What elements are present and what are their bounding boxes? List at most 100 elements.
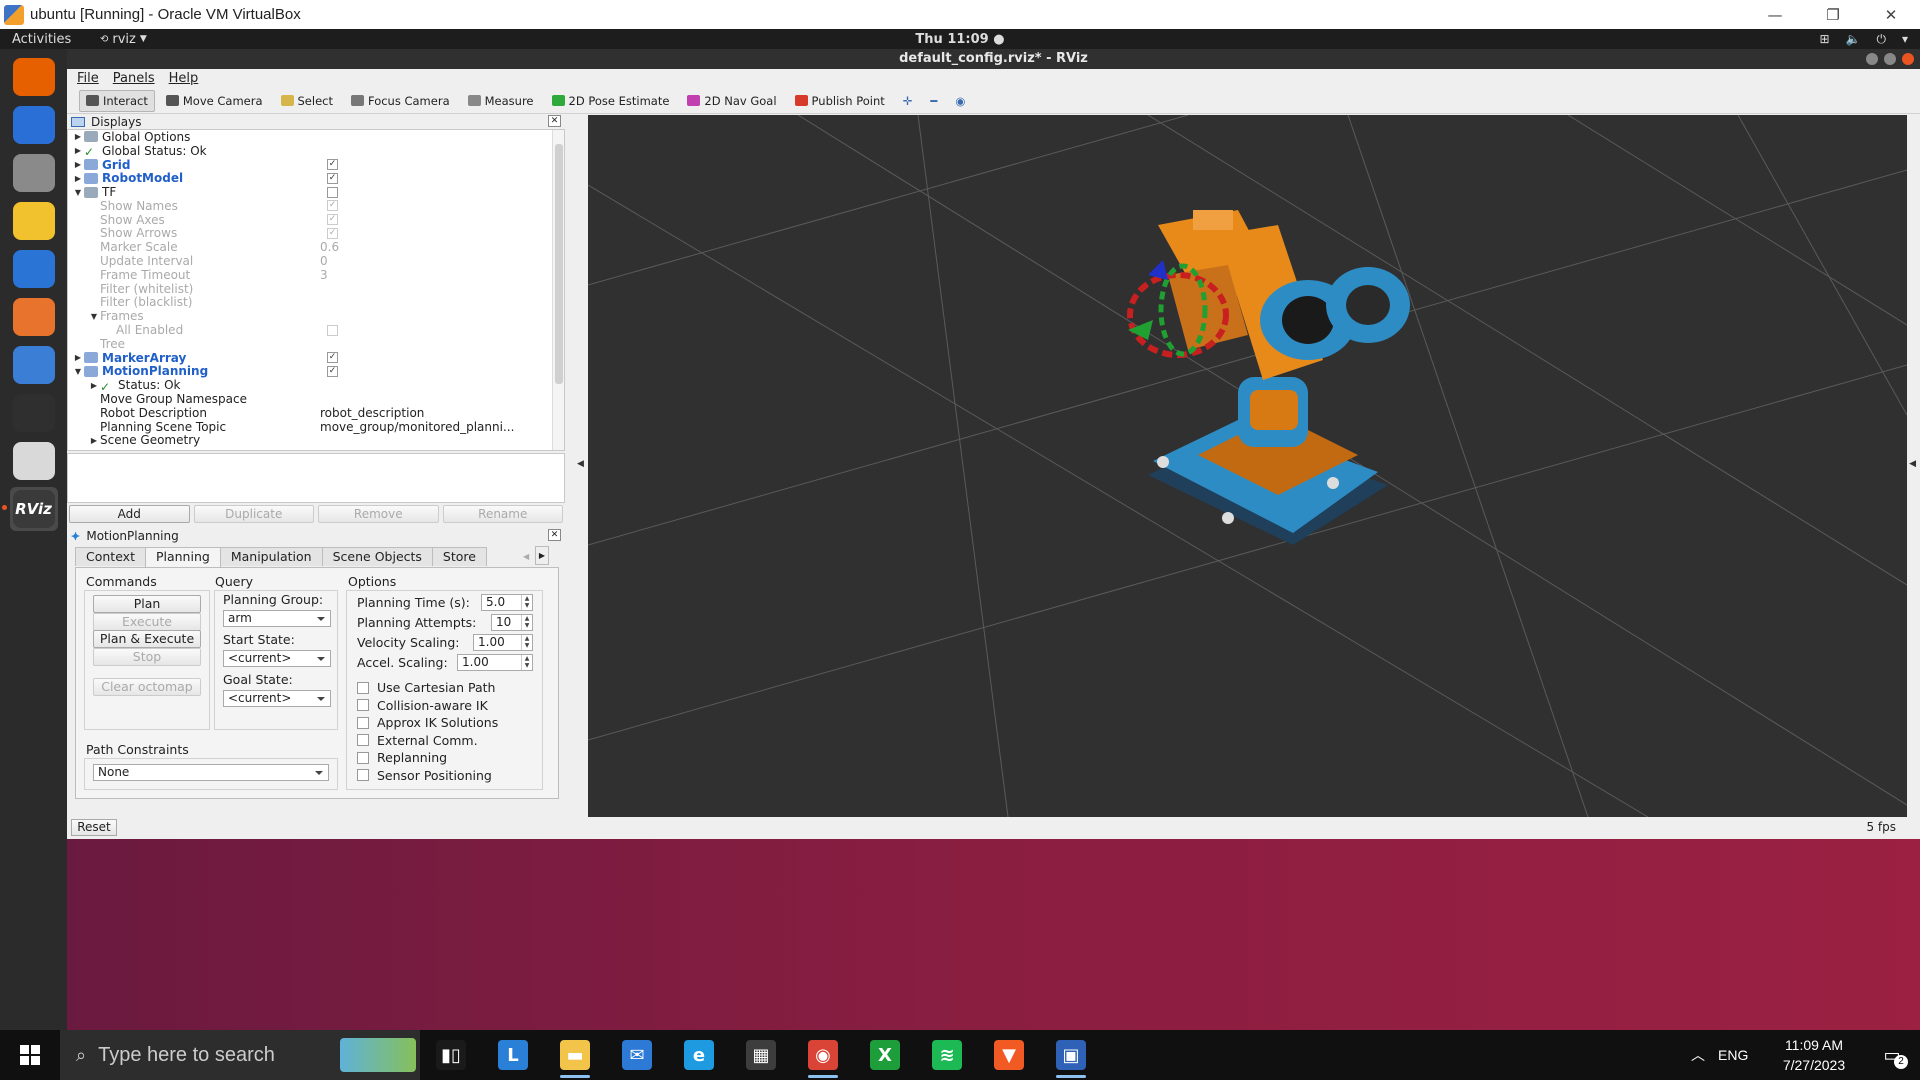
checkbox[interactable] [357,769,369,781]
taskbar-search[interactable]: ⌕ Type here to search [60,1030,420,1080]
planning-attempts-input[interactable]: 10 ▲ ▼ [491,614,533,631]
display-checkbox[interactable]: ✓ [327,172,338,184]
display-checkbox[interactable] [327,186,338,198]
tool-move-camera[interactable]: Move Camera [159,90,270,112]
dock-libreoffice-writer[interactable] [10,247,58,291]
tool-publish-point[interactable]: Publish Point [788,90,892,112]
display-checkbox[interactable]: ✓ [327,200,338,212]
taskbar-edge[interactable]: e [668,1030,730,1080]
spinner-arrows-icon[interactable]: ▲ ▼ [521,615,532,630]
tab-context[interactable]: Context [75,547,146,566]
taskbar-mail[interactable]: ✉ [606,1030,668,1080]
dock-firefox[interactable] [10,55,58,99]
display-property-value[interactable]: move_group/monitored_planni... [320,420,514,434]
expand-arrow-icon[interactable]: ▶ [72,132,84,141]
activities-button[interactable]: Activities [0,32,100,47]
tab-store[interactable]: Store [431,547,487,566]
display-checkbox[interactable] [327,324,338,336]
dock-rhythmbox[interactable] [10,199,58,243]
expand-arrow-icon[interactable]: ▶ [72,146,84,155]
tool-2d-nav-goal[interactable]: 2D Nav Goal [680,90,783,112]
display-tree-row[interactable]: ▶ RobotModel ✓ [68,171,564,185]
display-checkbox[interactable]: ✓ [327,352,338,364]
expand-arrow-open-icon[interactable]: ▼ [72,188,84,197]
tab-manipulation[interactable]: Manipulation [219,547,323,566]
checkbox[interactable] [357,716,369,729]
display-tree-row[interactable]: Tree [68,337,564,351]
dock-files[interactable] [10,151,58,195]
expand-arrow-icon[interactable]: ▶ [72,353,84,362]
tool-focus-camera[interactable]: Focus Camera [344,90,457,112]
menu-panels[interactable]: Panels [113,71,155,86]
remove-display-button[interactable]: Remove [318,505,439,523]
display-tree-row[interactable]: Show Names ✓ [68,199,564,213]
dock-terminal[interactable] [10,391,58,435]
display-property-value[interactable]: robot_description [320,406,424,420]
close-button[interactable]: ✕ [1862,0,1920,29]
taskbar-store[interactable]: ▦ [730,1030,792,1080]
interactive-marker-arrow-blue[interactable] [1148,260,1168,280]
rviz-maximize-button[interactable] [1884,53,1896,65]
display-tree-row[interactable]: Move Group Namespace [68,392,564,406]
collapse-left-icon[interactable]: ◀ [577,459,584,469]
goal-state-select[interactable]: <current> [223,690,331,707]
checkbox[interactable] [357,681,369,694]
display-tree-row[interactable]: All Enabled [68,323,564,337]
minimize-button[interactable]: — [1746,0,1804,29]
option-sensor-positioning[interactable]: Sensor Positioning [357,768,492,783]
system-clock[interactable]: Thu 11:09 ● [915,32,1004,47]
expand-arrow-open-icon[interactable]: ▼ [72,367,84,376]
display-tree-row[interactable]: Show Arrows ✓ [68,226,564,240]
display-tree-row[interactable]: ▶ Grid ✓ [68,158,564,172]
option-replanning[interactable]: Replanning [357,750,447,765]
rviz-close-button[interactable] [1902,53,1914,65]
duplicate-display-button[interactable]: Duplicate [193,505,314,523]
taskbar-lens[interactable]: L [482,1030,544,1080]
display-checkbox[interactable]: ✓ [327,158,338,170]
close-icon[interactable]: ✕ [548,115,561,127]
display-tree-row[interactable]: Marker Scale 0.6 [68,240,564,254]
taskbar-clock[interactable]: 11:09 AM 7/27/2023 [1764,1035,1864,1075]
restore-button[interactable]: ❐ [1804,0,1862,29]
accel-scaling-input[interactable]: 1.00 ▲ ▼ [457,654,533,671]
taskbar-chrome[interactable]: ◉ [792,1030,854,1080]
option-approx-ik-solutions[interactable]: Approx IK Solutions [357,715,498,730]
display-tree-row[interactable]: ▶ MarkerArray ✓ [68,351,564,365]
expand-arrow-icon[interactable]: ▶ [88,436,100,445]
spinner-arrows-icon[interactable]: ▲ ▼ [521,635,532,650]
language-indicator[interactable]: ENG [1718,1047,1764,1063]
rename-display-button[interactable]: Rename [442,505,563,523]
start-state-select[interactable]: <current> [223,650,331,667]
checkbox[interactable] [357,734,369,746]
tab-scroll-left-icon[interactable]: ◀ [523,547,533,566]
option-collision-aware-ik[interactable]: Collision-aware IK [357,698,488,713]
planning-group-select[interactable]: arm [223,610,331,627]
expand-arrow-icon[interactable]: ▶ [72,160,84,169]
tool-select[interactable]: Select [274,90,340,112]
stop-button[interactable]: Stop [93,648,201,666]
display-tree-row[interactable]: ▼ TF [68,185,564,199]
display-checkbox[interactable]: ✓ [327,227,338,239]
eye-icon[interactable]: ◉ [948,90,972,112]
display-tree-row[interactable]: Planning Scene Topic move_group/monitored… [68,420,564,434]
display-tree-row[interactable]: Update Interval 0 [68,254,564,268]
menu-file[interactable]: File [77,71,99,86]
execute-button[interactable]: Execute [93,613,201,631]
show-hidden-icons-icon[interactable]: ︿ [1678,1045,1718,1065]
display-tree-row[interactable]: ▶ ✓ Global Status: Ok [68,144,564,159]
display-tree-row[interactable]: Filter (whitelist) [68,282,564,296]
close-icon[interactable]: ✕ [548,529,561,541]
tree-scrollbar[interactable] [552,130,564,450]
tool-measure[interactable]: Measure [461,90,541,112]
checkbox[interactable] [357,699,369,711]
display-tree-row[interactable]: ▶ Scene Geometry [68,433,564,447]
add-display-button[interactable]: Add [69,505,190,523]
taskbar-task-view[interactable]: ▮▯ [420,1030,482,1080]
dock-thunderbird[interactable] [10,103,58,147]
tab-scene-objects[interactable]: Scene Objects [321,547,433,566]
dock-software[interactable] [10,295,58,339]
tab-scroll-right-icon[interactable]: ▶ [535,546,549,565]
clear-octomap-button[interactable]: Clear octomap [93,678,201,696]
start-button[interactable] [0,1030,60,1080]
app-menu[interactable]: ⟲ rviz ▼ [100,32,147,47]
